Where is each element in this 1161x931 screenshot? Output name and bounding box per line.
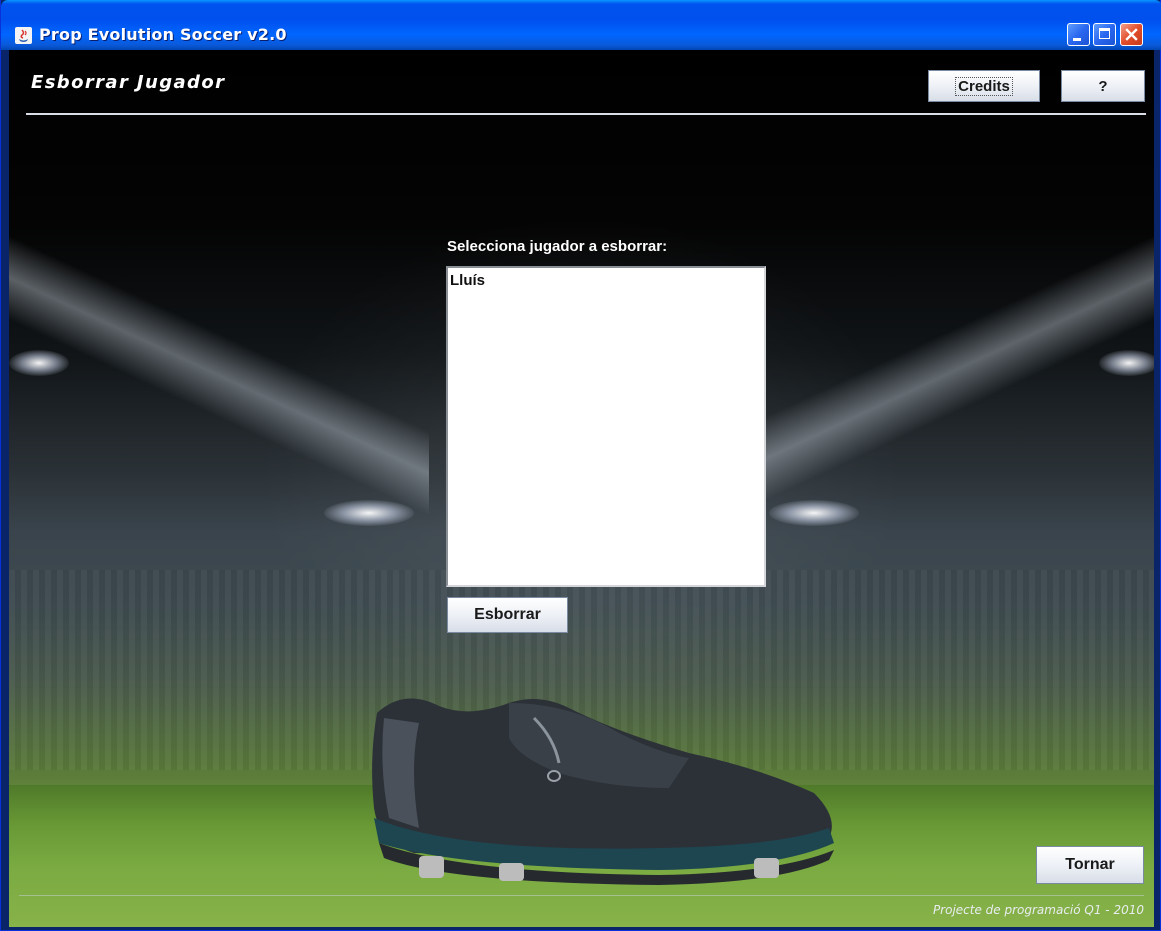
player-list[interactable]: Lluís bbox=[446, 266, 766, 587]
list-item[interactable]: Lluís bbox=[448, 272, 487, 289]
screen-title: Esborrar Jugador bbox=[31, 72, 226, 93]
background-scene: Esborrar Jugador Credits ? Selecciona ju… bbox=[9, 50, 1154, 927]
title-bar[interactable]: Prop Evolution Soccer v2.0 bbox=[1, 0, 1161, 50]
floodlight-glow bbox=[324, 500, 414, 526]
minimize-icon[interactable] bbox=[1067, 23, 1090, 46]
footer-caption: Projecte de programació Q1 - 2010 bbox=[932, 903, 1144, 917]
credits-button[interactable]: Credits bbox=[928, 70, 1040, 102]
header-divider bbox=[26, 113, 1146, 115]
close-icon[interactable] bbox=[1120, 23, 1143, 46]
select-player-label: Selecciona jugador a esborrar: bbox=[447, 238, 668, 255]
java-app-icon bbox=[15, 27, 32, 44]
credits-button-label: Credits bbox=[955, 76, 1013, 96]
stadium-lights-right bbox=[734, 200, 1154, 530]
floodlight-glow bbox=[9, 350, 69, 376]
app-window: Prop Evolution Soccer v2.0 Esborrar Juga… bbox=[0, 0, 1161, 931]
delete-button[interactable]: Esborrar bbox=[447, 597, 568, 633]
stadium-lights-left bbox=[9, 200, 429, 530]
back-button[interactable]: Tornar bbox=[1036, 846, 1144, 884]
maximize-icon[interactable] bbox=[1093, 23, 1116, 46]
soccer-boot-image bbox=[372, 698, 834, 885]
footer-divider bbox=[19, 895, 1144, 896]
window-title: Prop Evolution Soccer v2.0 bbox=[39, 25, 287, 44]
floodlight-glow bbox=[769, 500, 859, 526]
floodlight-glow bbox=[1099, 350, 1154, 376]
help-button[interactable]: ? bbox=[1061, 70, 1145, 102]
